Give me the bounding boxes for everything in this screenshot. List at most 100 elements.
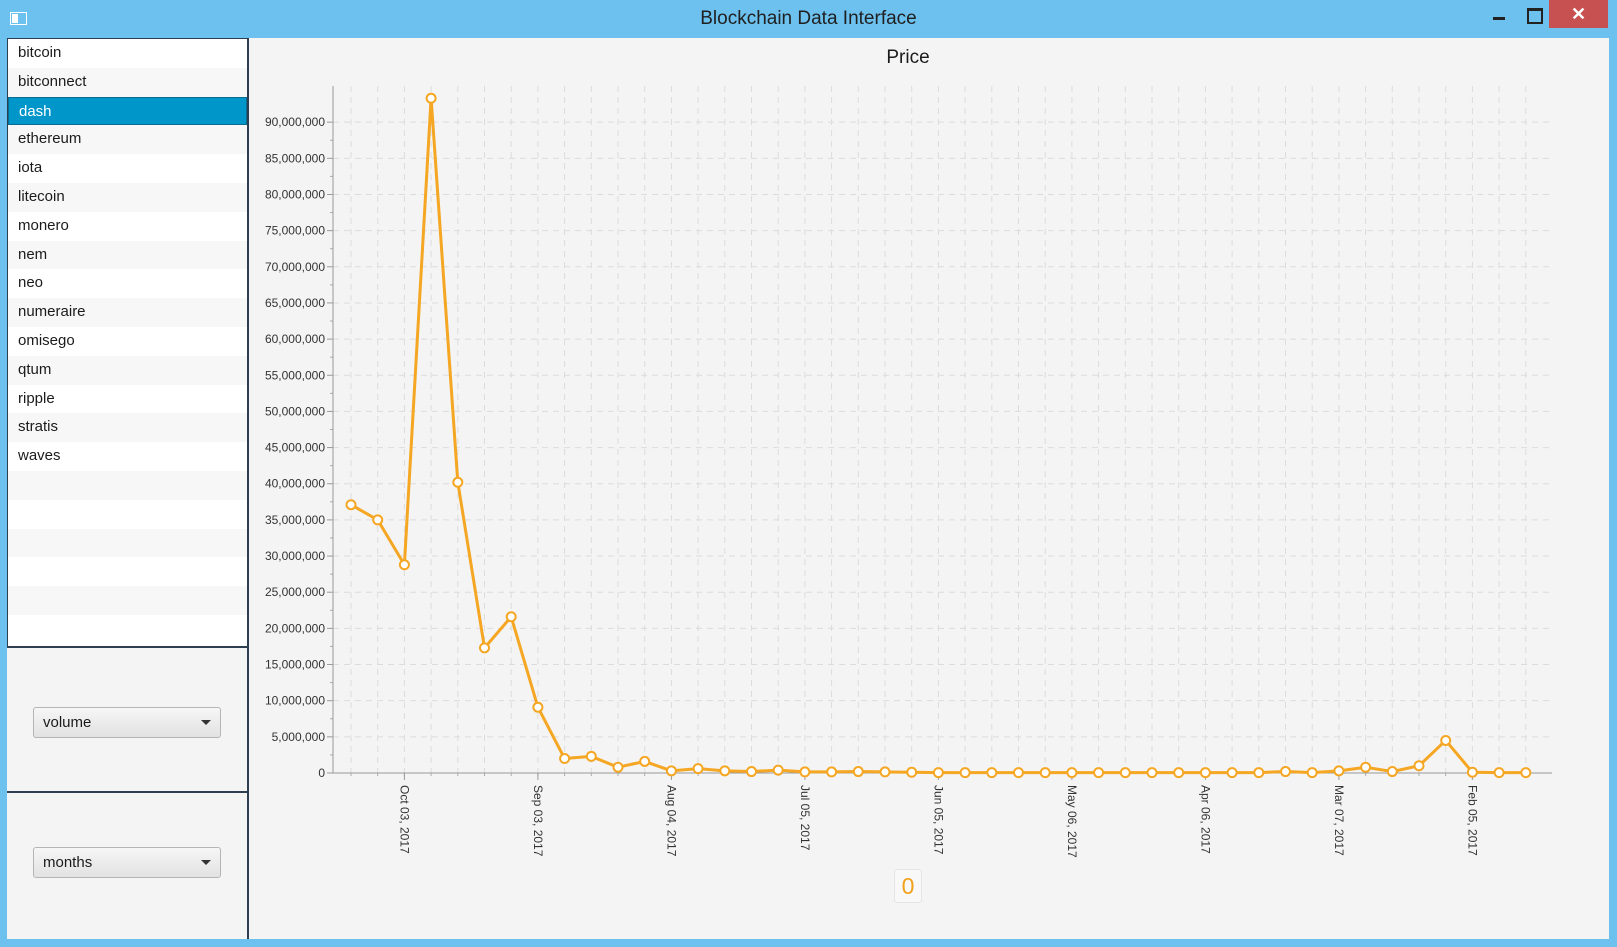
coin-item-ethereum[interactable]: ethereum	[8, 125, 247, 155]
metric-dropdown[interactable]: volume	[33, 707, 221, 738]
y-tick-label: 25,000,000	[265, 585, 325, 599]
x-tick-label: Sep 03, 2017	[531, 785, 545, 857]
data-point	[1413, 760, 1425, 772]
x-tick-label: Jul 05, 2017	[798, 785, 812, 851]
data-point	[1146, 767, 1158, 779]
data-point	[1333, 765, 1345, 777]
x-tick-label: May 06, 2017	[1065, 785, 1079, 858]
x-tick-label: Oct 03, 2017	[397, 785, 411, 854]
y-tick-label: 20,000,000	[265, 621, 325, 635]
data-point	[1013, 767, 1024, 779]
maximize-button[interactable]	[1518, 0, 1548, 28]
data-point	[585, 750, 597, 762]
data-point	[1306, 767, 1318, 779]
empty-list-row	[8, 615, 247, 644]
coin-item-litecoin[interactable]: litecoin	[8, 182, 247, 212]
data-point	[612, 761, 624, 773]
data-point	[932, 767, 944, 779]
empty-list-row	[8, 586, 247, 615]
data-point	[1066, 767, 1078, 779]
window-border	[0, 939, 1617, 947]
dropdown-arrow-icon	[201, 720, 211, 725]
data-point	[639, 755, 651, 767]
data-point	[1199, 767, 1211, 779]
y-tick-label: 0	[318, 766, 325, 780]
y-tick-label: 75,000,000	[265, 224, 325, 238]
data-point	[719, 765, 731, 777]
main-window: bitcoin bitconnect dash ethereum iota litecoi…	[7, 38, 1609, 939]
coin-item-monero[interactable]: monero	[8, 212, 247, 241]
y-tick-label: 50,000,000	[265, 404, 325, 418]
data-point	[1039, 767, 1051, 779]
data-point	[479, 642, 490, 654]
x-tick-label: Mar 07, 2017	[1332, 785, 1346, 856]
data-point	[1280, 766, 1291, 778]
close-button[interactable]: ✕	[1549, 0, 1608, 28]
left-panel: bitcoin bitconnect dash ethereum iota litecoi…	[7, 38, 249, 939]
coin-item-waves[interactable]: waves	[8, 442, 247, 471]
period-dropdown-value: months	[43, 854, 93, 871]
coin-item-dash[interactable]: dash	[8, 96, 247, 126]
data-point	[746, 766, 757, 778]
x-tick-label: Apr 06, 2017	[1198, 785, 1212, 854]
data-point	[1493, 767, 1505, 779]
dropdown-arrow-icon	[201, 860, 211, 865]
data-point	[1386, 766, 1398, 778]
empty-list-row	[8, 470, 247, 500]
data-point	[799, 766, 811, 778]
coin-item-iota[interactable]: iota	[8, 154, 247, 183]
data-point	[959, 767, 971, 779]
legend-item: 0	[894, 869, 922, 903]
x-tick-label: Aug 04, 2017	[664, 785, 678, 857]
y-tick-label: 55,000,000	[265, 368, 325, 382]
coin-item-numeraire[interactable]: numeraire	[8, 298, 247, 327]
data-point	[1253, 767, 1265, 779]
data-point	[906, 766, 918, 778]
data-point	[852, 766, 864, 778]
data-point	[692, 763, 704, 775]
coin-item-nem[interactable]: nem	[8, 240, 247, 270]
data-point	[1440, 734, 1452, 746]
data-point	[1520, 767, 1532, 779]
y-tick-label: 15,000,000	[265, 658, 325, 672]
line-chart: 0 5,000,000 10,000,000 15,000,000 20,000,000…	[265, 86, 1552, 858]
y-tick-label: 5,000,000	[272, 730, 326, 744]
metric-section: volume	[7, 646, 247, 791]
data-point	[425, 92, 437, 104]
title-bar[interactable]: Blockchain Data Interface ✕	[0, 0, 1617, 38]
data-point	[826, 766, 838, 778]
y-tick-label: 10,000,000	[265, 694, 325, 708]
plot-background	[333, 86, 1552, 773]
coin-item-omisego[interactable]: omisego	[8, 327, 247, 356]
coin-item-stratis[interactable]: stratis	[8, 413, 247, 443]
data-point	[452, 476, 464, 488]
coin-item-ripple[interactable]: ripple	[8, 385, 247, 414]
y-tick-label: 90,000,000	[265, 115, 325, 129]
period-dropdown[interactable]: months	[33, 847, 221, 878]
coin-item-neo[interactable]: neo	[8, 269, 247, 298]
data-point	[1093, 767, 1105, 779]
data-point	[665, 765, 677, 777]
data-point	[1119, 767, 1131, 779]
data-point	[1226, 767, 1238, 779]
data-point	[559, 753, 571, 765]
data-point	[532, 701, 544, 713]
y-tick-label: 30,000,000	[265, 549, 325, 563]
x-tick-label: Feb 05, 2017	[1465, 785, 1479, 856]
data-point	[372, 514, 384, 526]
data-point	[1466, 766, 1478, 778]
y-tick-label: 40,000,000	[265, 477, 325, 491]
coin-item-bitconnect[interactable]: bitconnect	[8, 67, 247, 97]
coin-item-qtum[interactable]: qtum	[8, 355, 247, 385]
data-point	[772, 764, 784, 776]
data-point	[505, 611, 517, 623]
coin-item-bitcoin[interactable]: bitcoin	[8, 39, 247, 68]
chart-area: Price 0 5,000,000 10,000,000 15,000,000 20,0…	[249, 38, 1609, 939]
y-tick-label: 80,000,000	[265, 187, 325, 201]
x-tick-label: Jun 05, 2017	[931, 785, 945, 855]
y-tick-label: 65,000,000	[265, 296, 325, 310]
minimize-button[interactable]	[1482, 0, 1518, 28]
period-section: months	[7, 791, 247, 939]
empty-list-row	[8, 557, 247, 586]
coin-list[interactable]: bitcoin bitconnect dash ethereum iota litecoi…	[7, 38, 247, 647]
